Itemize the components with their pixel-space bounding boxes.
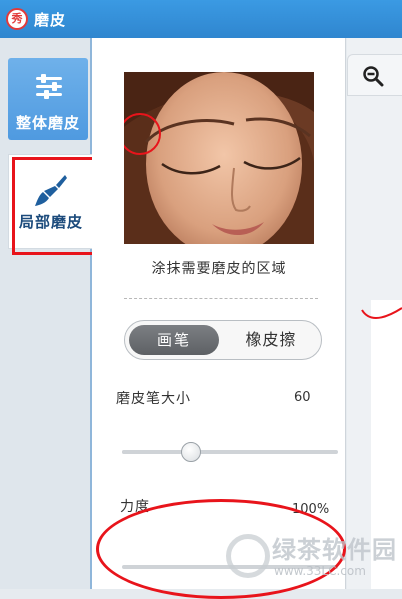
brush-size-label: 磨皮笔大小: [116, 391, 191, 407]
canvas-surface[interactable]: [371, 300, 402, 589]
annotation-arc: [361, 307, 402, 319]
preview-image: [124, 72, 314, 244]
tab-whole-label: 整体磨皮: [15, 114, 80, 132]
preview-caption: 涂抹需要磨皮的区域: [151, 261, 287, 277]
canvas-toolbar: [347, 54, 402, 96]
zoom-out-icon[interactable]: [362, 65, 384, 87]
mode-toggle: 画笔 橡皮擦: [124, 320, 322, 360]
annotation-ellipse: [96, 499, 346, 599]
title-bar: 秀 磨皮: [0, 0, 402, 38]
brush-size-value: 60: [294, 390, 311, 405]
brush-size-slider[interactable]: [122, 442, 338, 462]
app-logo: 秀: [6, 8, 28, 30]
sliders-icon: [36, 74, 62, 100]
sidebar: 整体磨皮 局部磨皮: [0, 38, 92, 589]
brush-mode-button[interactable]: 画笔: [129, 325, 219, 355]
annotation-highlight-box: [12, 157, 100, 255]
window-title: 磨皮: [34, 11, 67, 29]
tab-whole-skin-smoothing[interactable]: 整体磨皮: [8, 58, 88, 140]
brush-size-slider-handle[interactable]: [181, 442, 202, 462]
divider: [124, 298, 318, 299]
eraser-mode-button[interactable]: 橡皮擦: [225, 325, 317, 355]
